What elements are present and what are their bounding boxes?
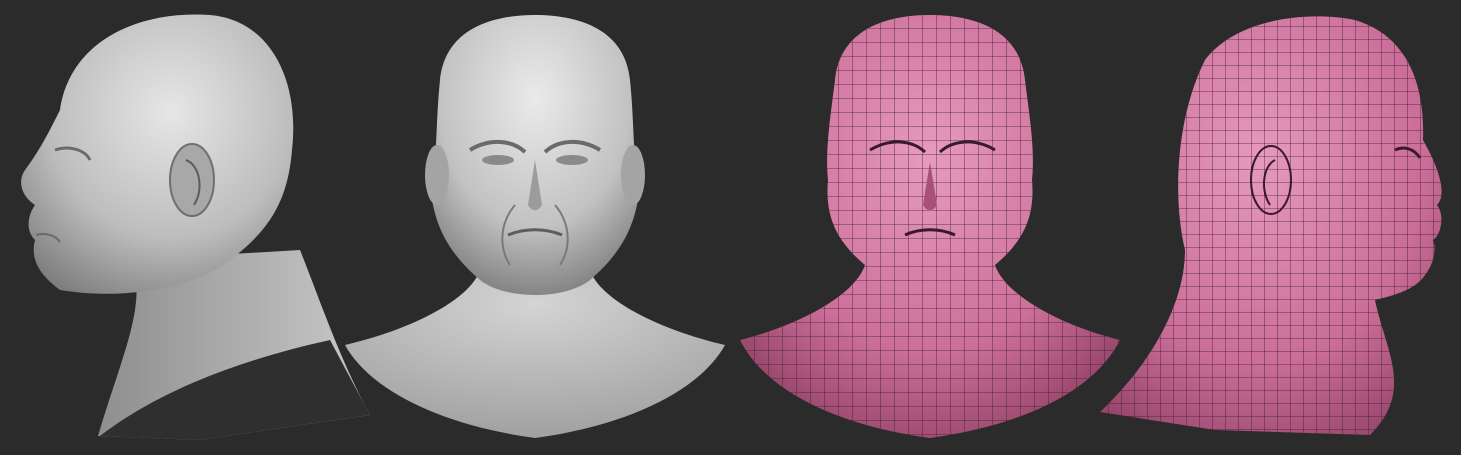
sculpt-left-profile-render [21, 14, 370, 440]
wireframe-right-profile-view [1095, 0, 1461, 455]
head-shape [430, 15, 640, 295]
head-shape [21, 14, 294, 294]
wireframe-front-view [740, 0, 1120, 455]
sculpt-front-view [340, 0, 730, 455]
wireframe-right-profile-render [1100, 16, 1442, 436]
render-viewport [0, 0, 1461, 455]
shoulders-shape [345, 270, 725, 438]
wireframe-front-render [740, 15, 1120, 438]
sculpt-front-render [345, 15, 725, 438]
ear-shape [169, 143, 215, 217]
sculpt-left-profile-view [0, 0, 380, 455]
